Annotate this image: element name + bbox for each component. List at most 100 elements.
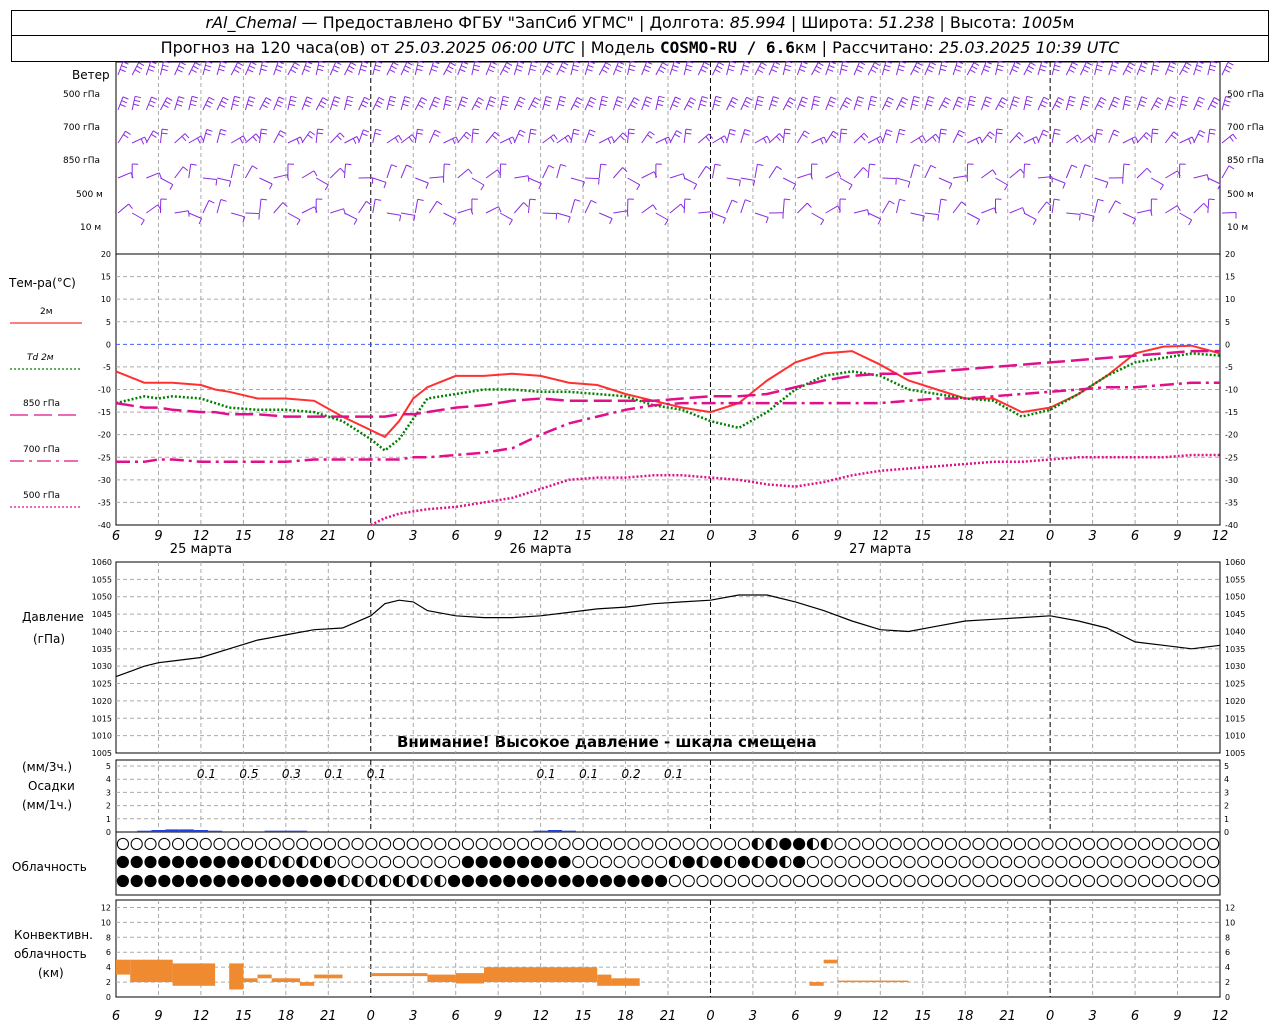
wind-barb <box>669 61 675 76</box>
wind-barb-flag <box>840 68 848 72</box>
precip-tick-right: 3 <box>1224 788 1229 797</box>
wind-barb-flag <box>840 132 847 135</box>
wind-barb <box>1065 62 1073 76</box>
conv-tick-right: 0 <box>1225 993 1230 1002</box>
wind-barb-flag <box>673 100 680 104</box>
cloud-symbol <box>1193 855 1206 869</box>
wind-barb <box>245 212 260 215</box>
wind-barb-flag <box>998 104 1004 109</box>
wind-barb-flag <box>1209 128 1216 131</box>
wind-barb <box>244 61 252 76</box>
wind-barb-flag <box>444 103 451 107</box>
precip-bar <box>476 831 492 832</box>
wind-barb-flag <box>374 132 381 136</box>
conv-tick-left: 12 <box>101 903 111 912</box>
wind-barb <box>358 61 363 76</box>
x-axis-hour-label: 15 <box>235 1009 252 1024</box>
x-axis-hour-label: 18 <box>617 529 634 544</box>
wind-barb-flag <box>133 103 140 107</box>
wind-barb <box>131 96 136 111</box>
wind-barb <box>499 212 513 221</box>
wind-barb-flag <box>1227 61 1234 66</box>
wind-barb-flag <box>928 65 935 69</box>
wind-barb-flag <box>502 99 509 103</box>
conv-tick-left: 10 <box>101 918 111 927</box>
wind-barb <box>938 177 952 184</box>
cloud-symbol-half <box>765 838 772 850</box>
wind-barb <box>485 96 491 111</box>
cloud-symbol <box>1000 837 1013 851</box>
wind-barb-flag <box>841 64 848 68</box>
wind-barb-flag <box>176 69 183 73</box>
wind-barb-flag <box>1168 100 1175 104</box>
wind-barb-flag <box>317 128 324 131</box>
wind-barb-flag <box>587 64 594 68</box>
x-axis-hour-label: 12 <box>1212 1009 1229 1024</box>
wind-barb <box>613 132 624 144</box>
wind-barb <box>683 129 687 144</box>
wind-barb <box>372 177 387 183</box>
wind-barb-flag <box>1072 61 1078 66</box>
pres-tick-right: 1015 <box>1225 714 1245 723</box>
wind-barb-flag <box>586 68 593 72</box>
cloud-symbol-half <box>669 856 675 868</box>
wind-barb <box>358 129 364 144</box>
x-axis-hour-label: 18 <box>957 1009 974 1024</box>
wind-barb <box>796 61 803 76</box>
wind-barb-flag <box>416 68 423 72</box>
wind-barb <box>259 129 262 144</box>
pres-tick-right: 1025 <box>1225 680 1245 689</box>
wind-barb-flag <box>676 130 682 135</box>
x-axis-hour-label: 12 <box>1212 529 1229 544</box>
cloud-symbol <box>875 855 889 869</box>
wind-barb-flag <box>713 103 720 107</box>
pres-tick-left: 1030 <box>92 662 112 671</box>
cloud-symbol <box>944 855 958 869</box>
temp-tick-right: 20 <box>1225 250 1235 259</box>
wind-barb <box>754 212 769 218</box>
wind-barb-flag <box>1088 136 1093 143</box>
cloud-symbol <box>503 855 516 869</box>
wind-barb <box>598 96 603 111</box>
wind-barb-flag <box>1054 128 1061 131</box>
wind-barb-flag <box>898 64 905 68</box>
wind-barb-flag <box>305 100 312 104</box>
pres-tick-right: 1035 <box>1225 645 1245 654</box>
wind-barb-flag <box>346 99 353 103</box>
wind-barb <box>825 205 838 214</box>
cloud-symbol <box>268 874 281 888</box>
wind-barb <box>683 198 686 214</box>
temp-tick-left: -5 <box>103 363 111 372</box>
wind-barb <box>1066 212 1081 215</box>
wind-barb <box>1037 129 1044 144</box>
wind-barb-flag <box>1209 132 1216 135</box>
cloud-symbol <box>1151 855 1165 869</box>
wind-barb-flag <box>1026 95 1033 99</box>
cloud-symbol <box>806 855 820 869</box>
precip-amount-label: 0.1 <box>664 767 683 781</box>
wind-barb-flag <box>970 95 977 99</box>
conv-cloud-block <box>427 974 456 983</box>
pres-tick-right: 1045 <box>1225 610 1245 619</box>
wind-barb-flag <box>290 69 297 74</box>
wind-barb-flag <box>455 136 460 143</box>
cloud-symbol <box>682 874 695 888</box>
cloud-symbol <box>944 837 958 851</box>
wind-barb <box>1136 167 1148 179</box>
temp-tick-right: 10 <box>1225 295 1235 304</box>
cloud-symbol-half <box>324 856 330 868</box>
x-axis-hour-label: 0 <box>367 529 375 544</box>
pres-tick-left: 1010 <box>92 732 112 741</box>
wind-barb <box>428 61 435 76</box>
wind-barb-flag <box>178 65 185 69</box>
cloud-symbol <box>958 874 971 888</box>
wind-barb-flag <box>1053 198 1060 201</box>
wind-barb-flag <box>158 172 162 179</box>
wind-barb <box>230 164 235 179</box>
wind-barb-flag <box>378 96 385 101</box>
wind-barb-flag <box>671 68 678 72</box>
wind-barb-flag <box>715 95 722 99</box>
wind-barb-flag <box>1084 65 1091 70</box>
wind-barb-flag <box>559 69 565 73</box>
cloud-symbol-half <box>282 856 289 868</box>
